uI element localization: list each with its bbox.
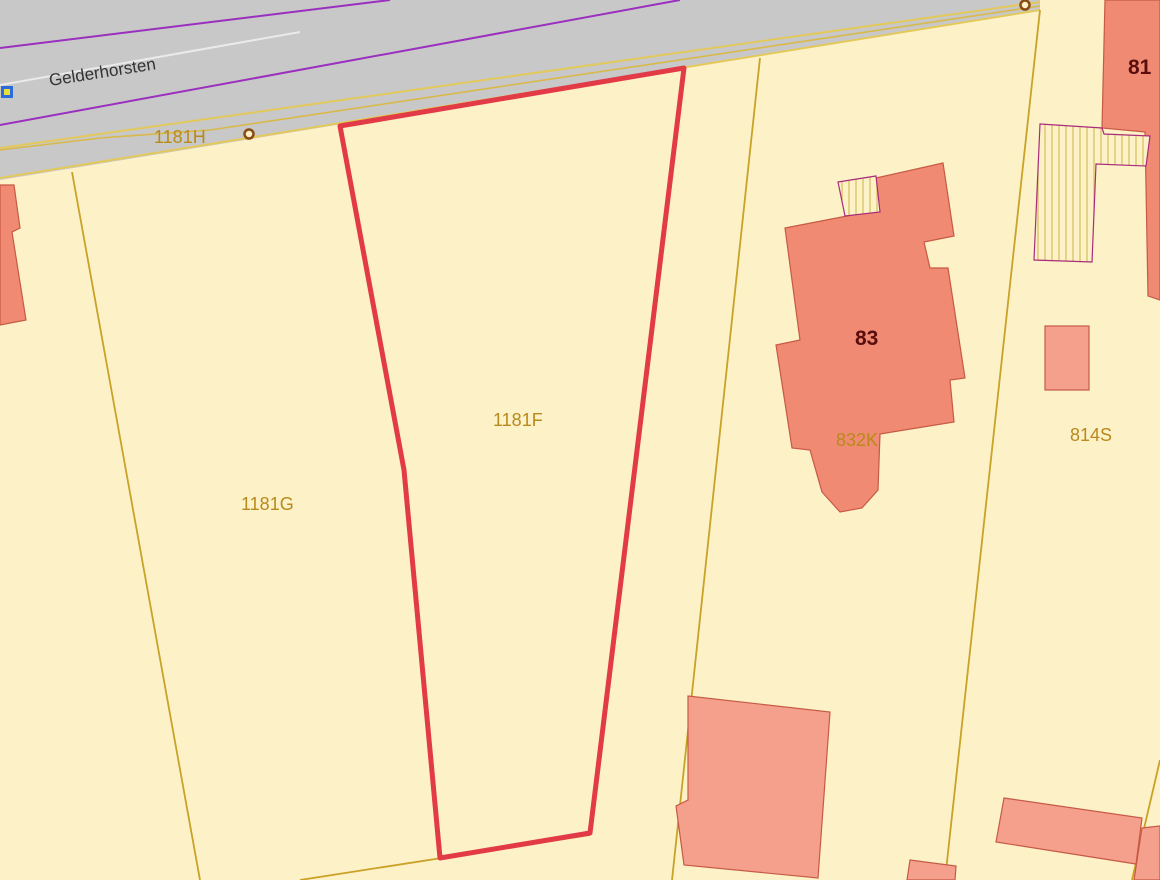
outbuilding-small[interactable] (1044, 325, 1090, 391)
parcel-label-1181g: 1181G (241, 494, 294, 514)
point-of-interest-icon[interactable] (1, 86, 13, 98)
parcel-label-1181h: 1181H (154, 127, 206, 147)
boundary-marker-icon[interactable] (1019, 0, 1031, 11)
parcel-label-814s: 814S (1070, 425, 1112, 445)
house-number-83: 83 (855, 327, 878, 350)
house-number-81: 81 (1128, 56, 1152, 79)
cadastral-map[interactable]: Gelderhorsten 1181H 1181F 1181G 832K 814… (0, 0, 1160, 880)
parcel-label-832k: 832K (836, 430, 878, 450)
outbuilding-lower[interactable] (675, 695, 831, 879)
parcel-label-1181f: 1181F (493, 410, 543, 430)
annex-hatched-83[interactable] (837, 175, 881, 217)
boundary-marker-icon[interactable] (243, 128, 255, 140)
